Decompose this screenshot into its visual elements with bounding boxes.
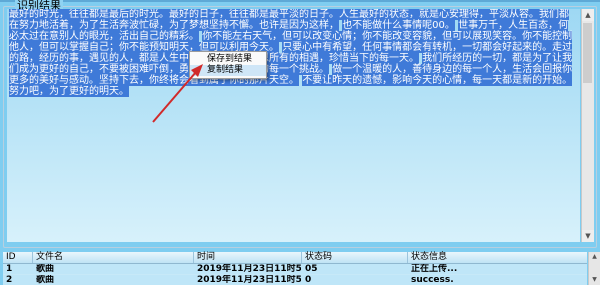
scroll-down-icon[interactable]: ▼ (589, 275, 600, 285)
table-header: ID 文件名 时间 状态码 状态信息 (3, 252, 587, 264)
cell-id: 1 (6, 264, 13, 274)
cell-filename: 歌曲 (36, 275, 55, 285)
column-header-status-message[interactable]: 状态信息 (408, 252, 586, 263)
cell-id: 2 (6, 275, 13, 285)
cell-status-message: success. (411, 275, 454, 285)
column-header-status-code[interactable]: 状态码 (302, 252, 408, 263)
cell-filename: 歌曲 (36, 264, 55, 274)
column-header-filename[interactable]: 文件名 (33, 252, 194, 263)
cell-time: 2019年11月23日11时54分... (197, 275, 301, 285)
column-header-id[interactable]: ID (3, 252, 33, 263)
table-row[interactable]: 1 歌曲 2019年11月23日11时54分... 05 正在上传... (3, 264, 587, 274)
scroll-up-icon[interactable]: ▲ (589, 252, 600, 262)
cell-status-code: 0 (305, 275, 312, 285)
table-row[interactable]: 2 歌曲 2019年11月23日11时54分... 0 success. (3, 275, 587, 285)
cell-status-code: 05 (305, 264, 318, 274)
annotation-arrow-icon (152, 64, 203, 123)
column-header-time[interactable]: 时间 (194, 252, 302, 263)
table-scrollbar[interactable]: ▲ ▼ (588, 252, 600, 285)
cell-status-message: 正在上传... (411, 264, 458, 274)
task-table: ID 文件名 时间 状态码 状态信息 1 歌曲 2019年11月23日11时54… (3, 252, 587, 285)
cell-time: 2019年11月23日11时54分... (197, 264, 301, 274)
